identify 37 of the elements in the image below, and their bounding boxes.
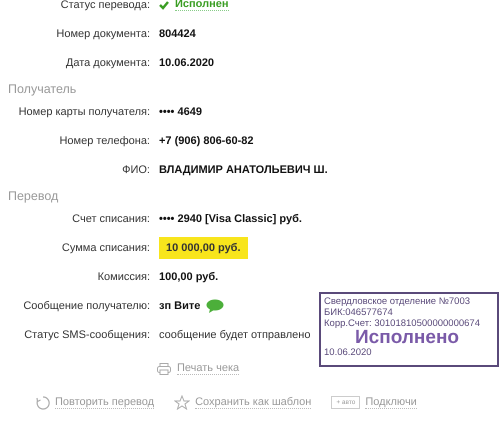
field-value: зп Вите bbox=[159, 300, 200, 312]
stamp-mark: Исполнено bbox=[355, 329, 460, 346]
field-value: +7 (906) 806-60-82 bbox=[159, 134, 254, 146]
chat-bubble-icon bbox=[206, 298, 224, 312]
action-link[interactable]: Повторить перевод bbox=[55, 396, 154, 409]
stamp-date: 10.06.2020 bbox=[324, 347, 372, 358]
field-label: Сумма списания: bbox=[60, 242, 151, 254]
field-value: 10.06.2020 bbox=[159, 56, 214, 68]
field-value: 100,00 руб. bbox=[159, 270, 218, 282]
section-heading: Получатель bbox=[7, 81, 78, 97]
field-label: Номер карты получателя: bbox=[18, 106, 151, 118]
field-value: ВЛАДИМИР АНАТОЛЬЕВИЧ Ш. bbox=[159, 164, 328, 176]
section-heading: Перевод bbox=[7, 188, 60, 204]
refresh-icon bbox=[36, 396, 50, 410]
stamp-text: Корр.Счет: 30101810500000000674 bbox=[324, 318, 481, 329]
field-label: Сообщение получателю: bbox=[22, 300, 151, 312]
stamp-text: БИК:046577674 bbox=[324, 307, 394, 318]
field-label: Дата документа: bbox=[64, 56, 151, 68]
field-label: Статус SMS-сообщения: bbox=[23, 328, 151, 340]
field-label: Номер телефона: bbox=[58, 134, 151, 146]
field-label: Номер документа: bbox=[55, 28, 151, 40]
amount-value: 10 000,00 руб. bbox=[159, 236, 248, 258]
printer-icon bbox=[157, 362, 171, 374]
field-label: Комиссия: bbox=[96, 270, 151, 282]
field-label: Счет списания: bbox=[71, 212, 151, 224]
field-value: •••• 2940 [Visa Classic] руб. bbox=[159, 212, 302, 224]
action-link[interactable]: Сохранить как шаблон bbox=[195, 396, 312, 409]
field-value: •••• 4649 bbox=[159, 106, 202, 118]
print-receipt-link[interactable]: Печать чека bbox=[177, 362, 240, 375]
action-link[interactable]: Подключи bbox=[365, 396, 417, 409]
field-value: сообщение будет отправлено bbox=[159, 328, 310, 340]
star-icon bbox=[174, 395, 190, 410]
field-label: Статус перевода: bbox=[60, 0, 151, 10]
field-label: ФИО: bbox=[121, 164, 151, 176]
check-icon bbox=[159, 0, 169, 10]
stamp-text: Свердловское отделение №7003 bbox=[324, 296, 472, 307]
field-value: 804424 bbox=[159, 28, 196, 40]
